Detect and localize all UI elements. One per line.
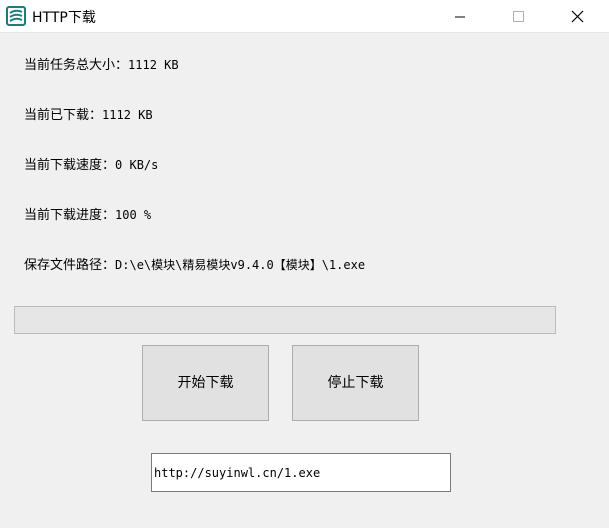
minimize-icon[interactable]: [437, 0, 483, 33]
save-path-label: 保存文件路径：: [24, 258, 116, 273]
start-download-button[interactable]: 开始下载: [142, 345, 269, 421]
total-size-row: 当前任务总大小：1112 KB: [24, 54, 179, 73]
downloaded-value: 1112 KB: [102, 108, 153, 122]
save-path-value: D:\e\模块\精易模块v9.4.0【模块】\1.exe: [115, 258, 366, 272]
window-title: HTTP下载: [32, 10, 96, 26]
progress-fill: [16, 308, 554, 332]
url-input[interactable]: [151, 453, 451, 492]
progress-row: 当前下载进度：100 %: [24, 204, 151, 223]
downloaded-row: 当前已下载：1112 KB: [24, 104, 153, 123]
speed-value: 0 KB/s: [115, 158, 159, 172]
speed-label: 当前下载速度：: [24, 158, 116, 173]
progress-label: 当前下载进度：: [24, 208, 116, 223]
download-progress-bar: [14, 306, 556, 334]
close-icon[interactable]: [553, 0, 599, 33]
total-size-value: 1112 KB: [128, 58, 179, 72]
save-path-row: 保存文件路径：D:\e\模块\精易模块v9.4.0【模块】\1.exe: [24, 254, 365, 273]
downloaded-label: 当前已下载：: [24, 108, 103, 123]
speed-row: 当前下载速度：0 KB/s: [24, 154, 158, 173]
stop-download-button[interactable]: 停止下载: [292, 345, 419, 421]
app-logo-icon: [6, 6, 26, 26]
maximize-icon[interactable]: [495, 0, 541, 33]
total-size-label: 当前任务总大小：: [24, 58, 129, 73]
main-window: HTTP下载 当前任务总大小：1112 KB 当前已下载：1112 KB 当前下…: [0, 0, 609, 528]
progress-value: 100 %: [115, 208, 152, 222]
title-bar[interactable]: HTTP下载: [0, 0, 609, 33]
